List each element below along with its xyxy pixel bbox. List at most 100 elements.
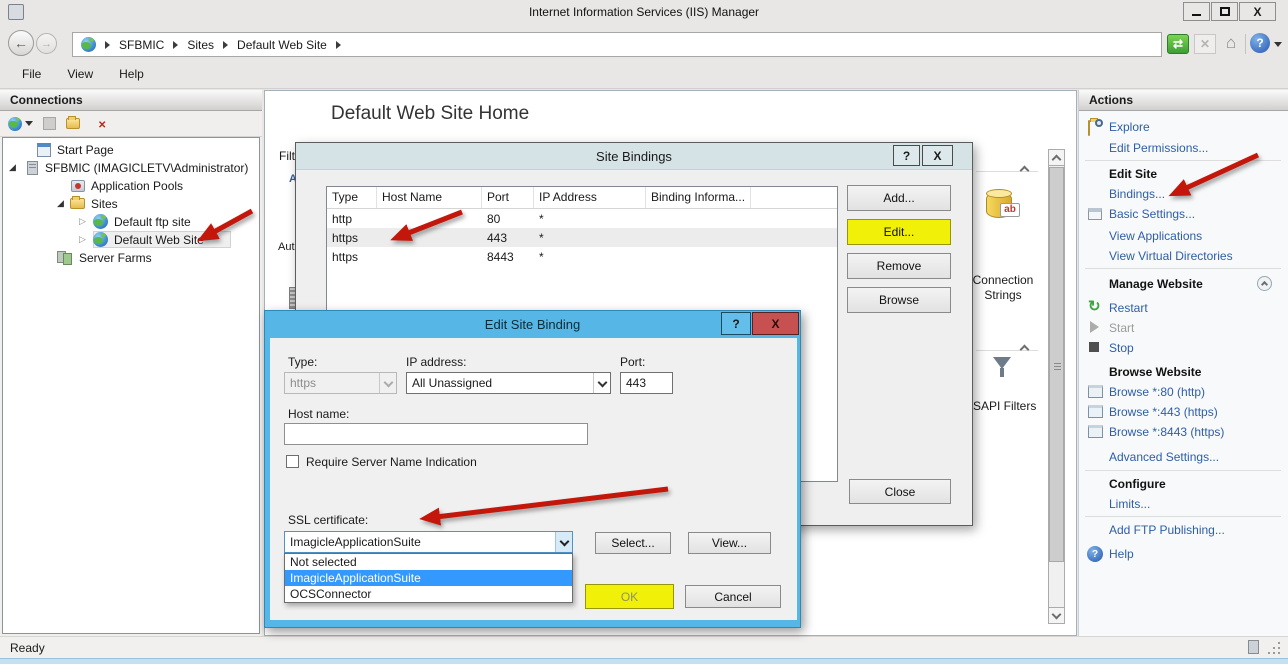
table-row-https-443-selected[interactable]: https 443 * [327,228,837,247]
scrollbar-thumb[interactable] [1049,167,1064,562]
action-stop[interactable]: Stop [1109,341,1134,355]
tree-item-server[interactable]: ◢ SFBMIC (IMAGICLETV\Administrator) [9,159,248,176]
add-button[interactable]: Add... [847,185,951,211]
group-collapse-icon[interactable] [1020,166,1030,176]
col-type[interactable]: Type [327,187,377,208]
refresh-button[interactable]: ⇄ [1167,34,1189,54]
type-combobox-disabled[interactable]: https [284,372,397,394]
forward-button[interactable]: → [36,33,57,54]
action-start-disabled[interactable]: Start [1109,321,1134,335]
stop-refresh-button[interactable]: ✕ [1194,34,1216,54]
dialog-close-button[interactable]: X [922,145,953,166]
action-browse-8443[interactable]: Browse *:8443 (https) [1109,425,1224,439]
tree-item-sites[interactable]: ◢ Sites [57,195,118,212]
ssl-certificate-label: SSL certificate: [288,513,368,527]
home-button[interactable]: ⌂ [1220,32,1242,54]
sni-checkbox[interactable] [286,455,299,468]
close-button[interactable]: X [1239,2,1276,21]
tree-item-application-pools[interactable]: Application Pools [71,177,183,194]
action-view-virtual-directories[interactable]: View Virtual Directories [1109,249,1233,263]
option-not-selected[interactable]: Not selected [285,554,572,570]
select-certificate-button[interactable]: Select... [595,532,671,554]
action-restart[interactable]: Restart [1109,301,1148,315]
menu-file[interactable]: File [22,67,41,81]
help-button[interactable]: ? [1250,33,1270,53]
option-imagicle-selected[interactable]: ImagicleApplicationSuite [285,570,572,586]
status-server-icon [1248,640,1259,654]
resize-grip[interactable] [1268,652,1270,654]
tree-item-default-web-site[interactable]: ▷ Default Web Site [79,231,204,248]
option-ocsconnector[interactable]: OCSConnector [285,586,572,602]
main-scrollbar[interactable] [1048,149,1065,624]
action-help[interactable]: Help [1109,547,1134,561]
action-bindings[interactable]: Bindings... [1109,187,1165,201]
tree-item-server-farms[interactable]: Server Farms [57,249,152,266]
edit-button-highlighted[interactable]: Edit... [847,219,951,245]
collapsed-icon[interactable]: ▷ [79,216,89,227]
dialog-close-button-highlighted[interactable]: X [752,312,799,335]
action-basic-settings[interactable]: Basic Settings... [1109,207,1195,221]
cancel-button[interactable]: Cancel [685,585,781,608]
ok-button-highlighted-disabled[interactable]: OK [585,584,674,609]
minimize-button[interactable] [1183,2,1210,21]
ssl-certificate-combobox-open[interactable]: ImagicleApplicationSuite [284,531,573,553]
menu-help[interactable]: Help [119,67,144,81]
ip-address-combobox[interactable]: All Unassigned [406,372,611,394]
col-ip-address[interactable]: IP Address [534,187,646,208]
breadcrumb-sites[interactable]: Sites [187,38,214,52]
action-add-ftp-publishing[interactable]: Add FTP Publishing... [1109,523,1225,537]
port-input[interactable]: 443 [620,372,673,394]
help-dropdown-icon[interactable] [1274,42,1282,47]
group-collapse-icon[interactable] [1020,345,1030,355]
collapsed-icon[interactable]: ▷ [79,234,89,245]
action-explore[interactable]: Explore [1109,120,1150,134]
scroll-down-button[interactable] [1048,607,1065,624]
action-browse-80[interactable]: Browse *:80 (http) [1109,385,1205,399]
collapse-section-button[interactable] [1257,276,1272,291]
back-button[interactable]: ← [8,30,34,56]
host-name-input[interactable] [284,423,588,445]
close-dialog-button[interactable]: Close [849,479,951,504]
create-connection-button[interactable] [8,117,33,131]
col-binding-info[interactable]: Binding Informa... [646,187,751,208]
connection-strings-icon[interactable]: ab [986,189,1020,221]
isapi-filters-icon[interactable] [987,357,1021,393]
edit-binding-titlebar[interactable]: Edit Site Binding ? X [265,311,800,338]
title-bar[interactable]: Internet Information Services (IIS) Mana… [0,0,1288,28]
action-limits[interactable]: Limits... [1109,497,1150,511]
breadcrumb-server[interactable]: SFBMIC [119,38,164,52]
action-view-applications[interactable]: View Applications [1109,229,1202,243]
section-browse-website: Browse Website [1109,365,1201,379]
menu-view[interactable]: View [67,67,93,81]
dialog-help-button[interactable]: ? [893,145,920,166]
scroll-up-button[interactable] [1048,149,1065,166]
dialog-help-button[interactable]: ? [721,312,751,335]
new-folder-icon[interactable] [66,118,80,129]
home-icon: ⌂ [1226,33,1236,53]
site-bindings-titlebar[interactable]: Site Bindings ? X [296,143,972,170]
action-edit-permissions[interactable]: Edit Permissions... [1109,141,1208,155]
col-port[interactable]: Port [482,187,534,208]
tree-item-start-page[interactable]: Start Page [37,141,114,158]
tree-item-default-ftp-site[interactable]: ▷ Default ftp site [79,213,191,230]
col-host-name[interactable]: Host Name [377,187,482,208]
action-browse-443[interactable]: Browse *:443 (https) [1109,405,1218,419]
section-edit-site: Edit Site [1109,167,1157,181]
breadcrumb-default-web-site[interactable]: Default Web Site [237,38,327,52]
chevron-down-icon [559,536,569,546]
ip-address-label: IP address: [406,355,466,369]
expanded-icon[interactable]: ◢ [57,198,67,209]
expanded-icon[interactable]: ◢ [9,162,19,173]
table-row-http-80[interactable]: http 80 * [327,209,837,228]
view-certificate-button[interactable]: View... [688,532,771,554]
action-advanced-settings[interactable]: Advanced Settings... [1109,450,1219,464]
delete-connection-button[interactable]: ✕ [90,116,106,131]
remove-button[interactable]: Remove [847,253,951,279]
save-connections-icon[interactable] [43,117,56,130]
browse-button[interactable]: Browse [847,287,951,313]
close-icon: X [771,317,779,331]
maximize-button[interactable] [1211,2,1238,21]
application-pools-icon [71,180,85,192]
table-row-https-8443[interactable]: https 8443 * [327,247,837,266]
actions-separator [1085,470,1281,471]
